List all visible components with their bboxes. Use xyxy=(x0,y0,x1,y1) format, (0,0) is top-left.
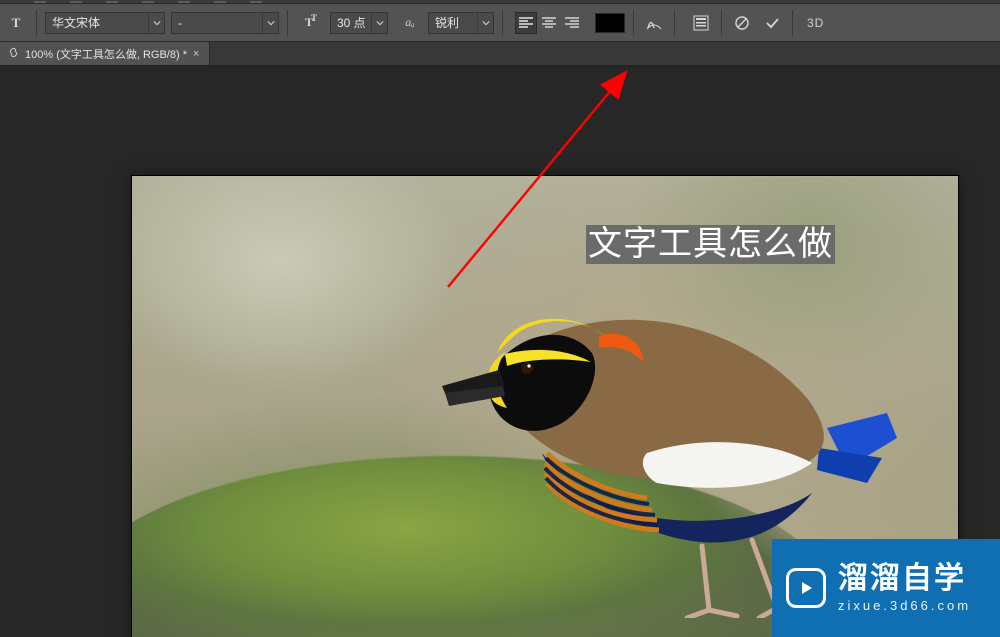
font-size-value: 30 点 xyxy=(331,14,371,31)
font-style-value: - xyxy=(172,16,262,30)
link-icon xyxy=(8,47,19,61)
antialias-dropdown[interactable]: 锐利 xyxy=(428,12,494,34)
chevron-down-icon[interactable] xyxy=(371,13,387,33)
canvas-text-layer[interactable]: 文字工具怎么做 xyxy=(586,216,835,265)
font-family-value: 华文宋体 xyxy=(46,14,148,31)
font-style-dropdown[interactable]: - xyxy=(171,12,279,34)
chevron-down-icon[interactable] xyxy=(477,13,493,33)
commit-button[interactable] xyxy=(760,11,784,35)
divider xyxy=(792,10,793,36)
watermark-url: zixue.3d66.com xyxy=(838,599,971,613)
divider xyxy=(674,10,675,36)
divider xyxy=(36,10,37,36)
chevron-down-icon[interactable] xyxy=(262,13,278,33)
divider xyxy=(502,10,503,36)
antialias-value: 锐利 xyxy=(429,14,477,31)
chevron-down-icon[interactable] xyxy=(148,13,164,33)
document-tab[interactable]: 100% (文字工具怎么做, RGB/8) * × xyxy=(0,42,210,65)
cancel-button[interactable] xyxy=(730,11,754,35)
close-icon[interactable]: × xyxy=(193,48,199,60)
align-center-button[interactable] xyxy=(538,12,560,34)
antialias-icon: aₐ xyxy=(400,13,420,33)
divider xyxy=(721,10,722,36)
play-icon xyxy=(786,568,826,608)
watermark-badge: 溜溜自学 zixue.3d66.com xyxy=(772,539,1000,637)
font-size-dropdown[interactable]: 30 点 xyxy=(330,12,388,34)
character-panel-button[interactable] xyxy=(689,11,713,35)
align-right-button[interactable] xyxy=(561,12,583,34)
divider xyxy=(633,10,634,36)
watermark-title: 溜溜自学 xyxy=(838,562,971,595)
three-d-button[interactable]: 3D xyxy=(807,16,824,30)
text-color-swatch[interactable] xyxy=(595,13,625,33)
tab-bar-background xyxy=(210,42,1000,65)
align-left-button[interactable] xyxy=(515,12,537,34)
document-tab-bar: 100% (文字工具怎么做, RGB/8) * × xyxy=(0,42,1000,66)
text-options-bar: T 华文宋体 - T T 30 点 aₐ 锐利 xyxy=(0,4,1000,42)
document-tab-title: 100% (文字工具怎么做, RGB/8) * xyxy=(25,46,187,62)
text-align-group xyxy=(515,12,583,34)
work-area: 文字工具怎么做 溜溜自学 zixue.3d66.com xyxy=(0,66,1000,637)
canvas-text: 文字工具怎么做 xyxy=(586,225,835,264)
warp-text-button[interactable] xyxy=(642,11,666,35)
divider xyxy=(287,10,288,36)
type-tool-icon[interactable]: T xyxy=(6,13,26,33)
font-family-dropdown[interactable]: 华文宋体 xyxy=(45,12,165,34)
text-orientation-icon[interactable]: T T xyxy=(302,13,322,33)
